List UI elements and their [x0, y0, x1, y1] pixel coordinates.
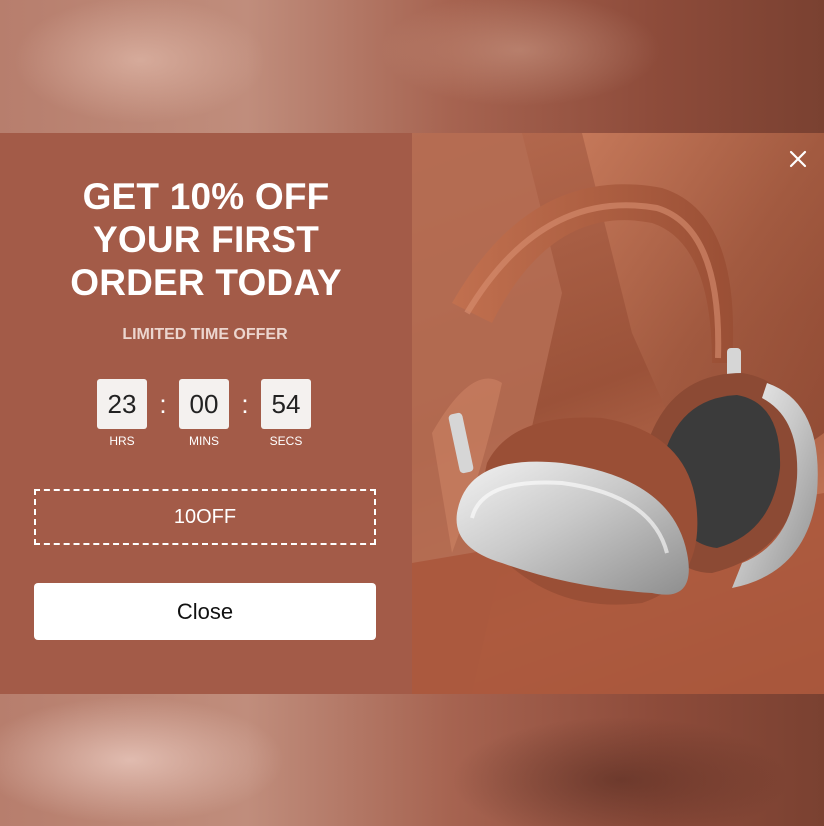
hours-value: 23: [97, 379, 147, 429]
popup-headline: GET 10% OFF YOUR FIRST ORDER TODAY: [70, 176, 342, 303]
coupon-code-box[interactable]: 10OFF: [34, 489, 376, 545]
minutes-label: MINS: [189, 434, 219, 448]
seconds-label: SECS: [269, 434, 303, 448]
countdown-separator: :: [241, 388, 249, 419]
countdown-hours: 23 HRS: [96, 379, 148, 448]
countdown-minutes: 00 MINS: [178, 379, 230, 448]
close-button[interactable]: Close: [34, 583, 376, 640]
seconds-value: 54: [261, 379, 311, 429]
offer-subheading: LIMITED TIME OFFER: [122, 326, 288, 343]
countdown-separator: :: [159, 388, 167, 419]
countdown-seconds: 54 SECS: [260, 379, 312, 448]
offer-panel: GET 10% OFF YOUR FIRST ORDER TODAY LIMIT…: [0, 133, 412, 694]
countdown-timer: 23 HRS : 00 MINS : 54 SECS: [96, 379, 312, 448]
minutes-value: 00: [179, 379, 229, 429]
hours-label: HRS: [109, 434, 135, 448]
headphones-product-image: [412, 133, 824, 694]
discount-popup: GET 10% OFF YOUR FIRST ORDER TODAY LIMIT…: [0, 133, 824, 694]
close-icon[interactable]: [786, 147, 810, 171]
headphones-illustration: [412, 133, 824, 694]
